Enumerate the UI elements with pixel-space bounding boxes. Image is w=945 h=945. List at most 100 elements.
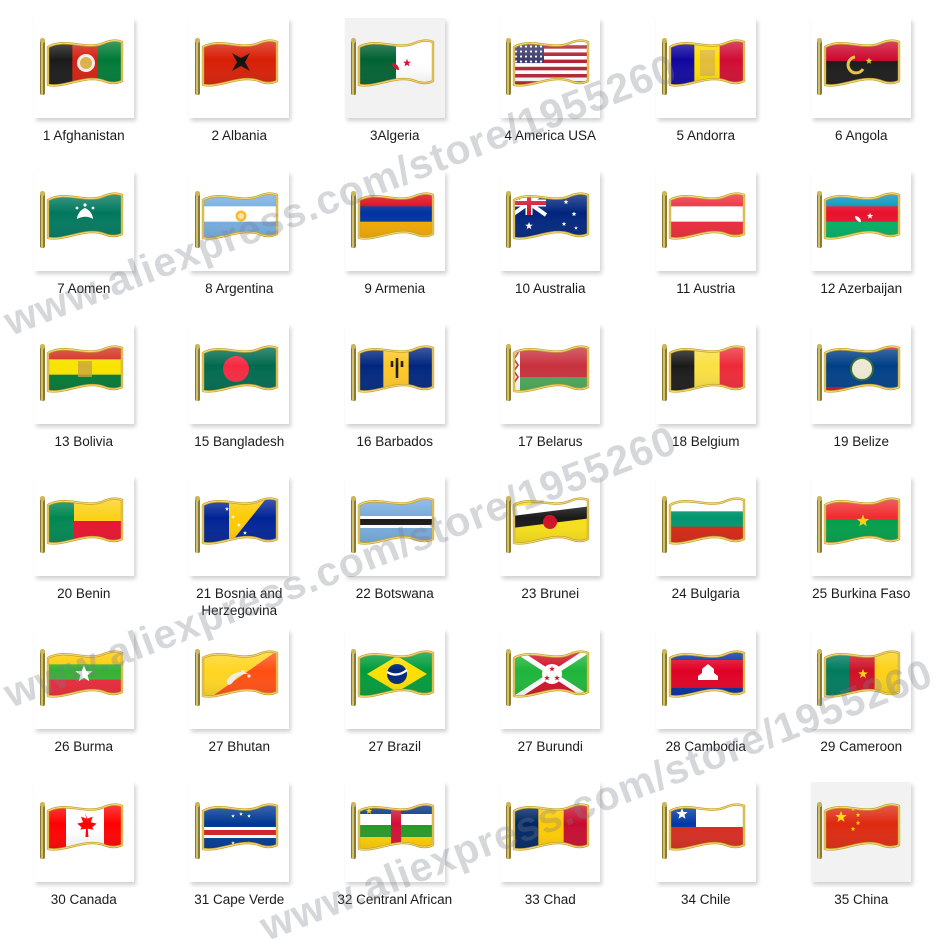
flag-pin-label: 23 Brunei bbox=[521, 586, 580, 602]
flag-pin-china-icon[interactable] bbox=[811, 782, 912, 883]
flag-pin-label: 32 Centranl African bbox=[337, 892, 453, 908]
flag-pin-cell[interactable]: 22 Botswana bbox=[317, 476, 473, 629]
flag-pin-bosnia-icon[interactable] bbox=[189, 476, 290, 577]
flag-pin-label: 4 America USA bbox=[504, 128, 597, 143]
flag-pin-cell[interactable]: 27 Burundi bbox=[473, 629, 629, 782]
flag-pin-burma-icon[interactable] bbox=[33, 629, 134, 730]
flag-pin-algeria-icon[interactable] bbox=[344, 18, 445, 118]
flag-pin-macau-icon[interactable] bbox=[33, 170, 134, 271]
flag-pin-label: 29 Cameroon bbox=[820, 739, 903, 755]
flag-pin-cell[interactable]: 13 Bolivia bbox=[6, 323, 162, 477]
flag-pin-label: 27 Bhutan bbox=[208, 739, 271, 755]
flag-pin-bolivia-icon[interactable] bbox=[33, 323, 134, 424]
flag-pin-bangladesh-icon[interactable] bbox=[189, 323, 290, 424]
flag-pin-belarus-icon[interactable] bbox=[500, 323, 601, 424]
flag-pin-cell[interactable]: 3Algeria bbox=[317, 18, 473, 171]
flag-pin-label: 8 Argentina bbox=[205, 280, 274, 296]
flag-pin-burundi-icon[interactable] bbox=[500, 629, 601, 730]
flag-pin-cambodia-icon[interactable] bbox=[655, 629, 756, 730]
flag-pin-botswana-icon[interactable] bbox=[344, 476, 445, 577]
flag-pin-austria-icon[interactable] bbox=[655, 170, 756, 271]
flag-pin-label: 13 Bolivia bbox=[54, 433, 114, 449]
flag-pin-cell[interactable]: 17 Belarus bbox=[473, 323, 629, 477]
flag-pin-label: 5 Andorra bbox=[676, 128, 736, 143]
flag-pin-cell[interactable]: 21 Bosnia and Herzegovina bbox=[162, 476, 318, 629]
flag-pin-cell[interactable]: 5 Andorra bbox=[628, 18, 784, 171]
flag-pin-label: 11 Austria bbox=[676, 280, 736, 296]
flag-pin-cell[interactable]: 8 Argentina bbox=[162, 170, 318, 324]
flag-pin-cell[interactable]: 6 Angola bbox=[784, 18, 940, 171]
flag-pin-cell[interactable]: 33 Chad bbox=[473, 782, 629, 935]
flag-pin-cameroon-icon[interactable] bbox=[811, 629, 912, 730]
flag-pin-cell[interactable]: 27 Brazil bbox=[317, 629, 473, 782]
flag-pin-capeverde-icon[interactable] bbox=[189, 782, 290, 883]
flag-pin-andorra-icon[interactable] bbox=[655, 18, 756, 118]
flag-pin-label: 34 Chile bbox=[680, 892, 731, 908]
flag-pin-cell[interactable]: 9 Armenia bbox=[317, 170, 473, 324]
flag-pin-argentina-icon[interactable] bbox=[189, 170, 290, 271]
flag-pin-cell[interactable]: 26 Burma bbox=[6, 629, 162, 782]
catalog-grid: 1 Afghanistan 2 Albania 3Algeria 4 America … bbox=[0, 0, 945, 945]
flag-pin-burkinafaso-icon[interactable] bbox=[811, 476, 912, 577]
flag-pin-cell[interactable]: 20 Benin bbox=[6, 476, 162, 629]
flag-pin-cell[interactable]: 32 Centranl African bbox=[317, 782, 473, 935]
flag-pin-belgium-icon[interactable] bbox=[655, 323, 756, 424]
flag-pin-belize-icon[interactable] bbox=[811, 323, 912, 424]
flag-pin-label: 26 Burma bbox=[54, 739, 114, 755]
flag-pin-cell[interactable]: 28 Cambodia bbox=[628, 629, 784, 782]
flag-pin-azerbaijan-icon[interactable] bbox=[811, 170, 912, 271]
flag-pin-afghanistan-icon[interactable] bbox=[33, 18, 134, 118]
flag-pin-cell[interactable]: 19 Belize bbox=[784, 323, 940, 477]
flag-pin-benin-icon[interactable] bbox=[33, 476, 134, 577]
flag-pin-australia-icon[interactable] bbox=[500, 170, 601, 271]
flag-pin-cell[interactable]: 2 Albania bbox=[162, 18, 318, 171]
flag-pin-label: 20 Benin bbox=[57, 586, 111, 602]
flag-pin-cell[interactable]: 4 America USA bbox=[473, 18, 629, 171]
flag-pin-cell[interactable]: 23 Brunei bbox=[473, 476, 629, 629]
flag-pin-albania-icon[interactable] bbox=[189, 18, 290, 118]
flag-pin-armenia-icon[interactable] bbox=[344, 170, 445, 271]
flag-pin-cell[interactable]: 7 Aomen bbox=[6, 170, 162, 324]
flag-pin-cell[interactable]: 31 Cape Verde bbox=[162, 782, 318, 935]
flag-pin-label: 7 Aomen bbox=[57, 280, 111, 296]
flag-pin-cell[interactable]: 12 Azerbaijan bbox=[784, 170, 940, 324]
flag-pin-cell[interactable]: 1 Afghanistan bbox=[6, 18, 162, 171]
flag-pin-centralafrican-icon[interactable] bbox=[344, 782, 445, 883]
flag-pin-label: 18 Belgium bbox=[671, 433, 740, 449]
flag-pin-barbados-icon[interactable] bbox=[344, 323, 445, 424]
flag-pin-cell[interactable]: 10 Australia bbox=[473, 170, 629, 324]
flag-pin-cell[interactable]: 11 Austria bbox=[628, 170, 784, 324]
flag-pin-label: 35 China bbox=[834, 892, 889, 908]
flag-pin-brazil-icon[interactable] bbox=[344, 629, 445, 730]
flag-pin-cell[interactable]: 18 Belgium bbox=[628, 323, 784, 477]
flag-pin-cell[interactable]: 24 Bulgaria bbox=[628, 476, 784, 629]
flag-pin-label: 3Algeria bbox=[369, 128, 420, 143]
flag-pin-label: 27 Burundi bbox=[517, 739, 583, 755]
flag-pin-cell[interactable]: 16 Barbados bbox=[317, 323, 473, 477]
flag-pin-bulgaria-icon[interactable] bbox=[655, 476, 756, 577]
flag-pin-cell[interactable]: 30 Canada bbox=[6, 782, 162, 935]
flag-pin-brunei-icon[interactable] bbox=[500, 476, 601, 577]
flag-pin-bhutan-icon[interactable] bbox=[189, 629, 290, 730]
flag-pin-label: 17 Belarus bbox=[517, 433, 583, 449]
flag-pin-label: 24 Bulgaria bbox=[671, 586, 740, 602]
flag-pin-cell[interactable]: 35 China bbox=[784, 782, 940, 935]
flag-pin-chad-icon[interactable] bbox=[500, 782, 601, 883]
flag-pin-label: 9 Armenia bbox=[364, 280, 426, 296]
flag-pin-cell[interactable]: 27 Bhutan bbox=[162, 629, 318, 782]
flag-pin-canada-icon[interactable] bbox=[33, 782, 134, 883]
flag-pin-usa-icon[interactable] bbox=[500, 18, 601, 118]
flag-pin-cell[interactable]: 34 Chile bbox=[628, 782, 784, 935]
flag-pin-label: 21 Bosnia and Herzegovina bbox=[196, 586, 283, 619]
flag-pin-cell[interactable]: 29 Cameroon bbox=[784, 629, 940, 782]
flag-pin-cell[interactable]: 15 Bangladesh bbox=[162, 323, 318, 477]
flag-pin-label: 30 Canada bbox=[50, 892, 117, 908]
flag-pin-label: 2 Albania bbox=[211, 128, 268, 143]
flag-pin-chile-icon[interactable] bbox=[655, 782, 756, 883]
flag-pin-angola-icon[interactable] bbox=[811, 18, 912, 118]
flag-pin-label: 12 Azerbaijan bbox=[820, 280, 903, 296]
flag-pin-label: 1 Afghanistan bbox=[42, 128, 125, 143]
flag-pin-cell[interactable]: 25 Burkina Faso bbox=[784, 476, 940, 629]
flag-pin-label: 16 Barbados bbox=[356, 433, 434, 449]
flag-pin-label: 28 Cambodia bbox=[665, 739, 746, 755]
